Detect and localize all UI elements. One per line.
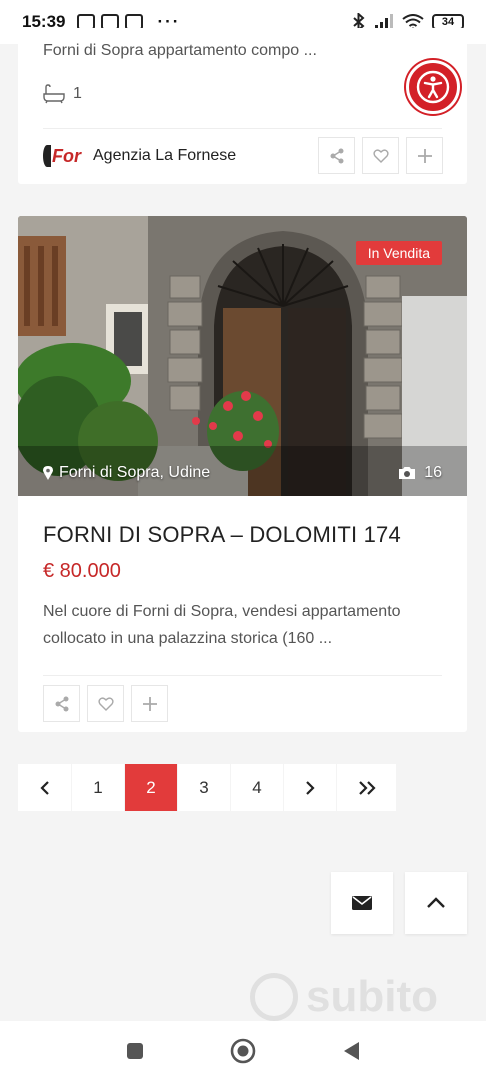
subito-watermark: subito [250,972,438,1022]
page-1-button[interactable]: 1 [72,764,124,811]
heart-icon [372,148,389,163]
listing-actions [43,685,168,722]
location-label: Forni di Sopra, Udine [59,464,211,481]
listing-card-previous[interactable]: Forni di Sopra appartamento compo ... 1 … [18,28,467,184]
next-page-button[interactable] [284,764,336,811]
pagination: 1 2 3 4 [18,764,396,811]
compare-button[interactable] [406,137,443,174]
share-icon [55,696,68,711]
bathrooms-count: 1 [43,84,82,104]
plus-icon [142,696,157,711]
camera-icon [399,467,416,479]
accessibility-icon [416,70,450,104]
subito-logo-icon [250,973,298,1021]
contact-email-button[interactable] [331,872,393,934]
listing-actions [318,137,443,174]
heart-icon [97,696,114,711]
chevron-up-icon [427,897,445,908]
listing-description: Forni di Sopra appartamento compo ... [43,42,317,59]
page-3-button[interactable]: 3 [178,764,230,811]
listing-price: € 80.000 [43,560,121,582]
agency-logo: For [43,142,81,170]
compare-button[interactable] [131,685,168,722]
plus-icon [417,148,432,163]
watermark-text: subito [306,972,438,1021]
listing-location: Forni di Sopra, Udine [43,464,210,482]
back-button[interactable] [342,1041,360,1061]
share-button[interactable] [43,685,80,722]
chevron-left-icon [39,780,49,795]
recent-apps-button[interactable] [126,1042,144,1060]
agency-logo-text: For [52,145,81,166]
listing-title[interactable]: FORNI DI SOPRA – DOLOMITI 174 [43,522,401,548]
favorite-button[interactable] [87,685,124,722]
agency-link[interactable]: For Agenzia La Fornese [43,142,236,170]
listing-photo[interactable]: In Vendita Forni di Sopra, Udine 16 [18,216,467,496]
page-2-button[interactable]: 2 [125,764,177,811]
prev-page-button[interactable] [18,764,71,811]
envelope-icon [352,896,372,910]
system-nav-bar [0,1021,486,1080]
share-icon [330,148,343,163]
map-pin-icon [43,466,53,480]
divider [43,128,442,129]
divider [43,675,442,676]
scroll-to-top-button[interactable] [405,872,467,934]
bathtub-icon [43,84,65,104]
last-page-button[interactable] [337,764,396,811]
double-chevron-right-icon [358,780,376,795]
page-4-button[interactable]: 4 [231,764,283,811]
listing-card[interactable]: In Vendita Forni di Sopra, Udine 16 FORN… [18,216,467,732]
share-button[interactable] [318,137,355,174]
bathrooms-value: 1 [73,85,82,102]
home-button[interactable] [230,1038,256,1064]
favorite-button[interactable] [362,137,399,174]
listing-description: Nel cuore di Forni di Sopra, vendesi app… [43,603,401,647]
photo-count[interactable]: 16 [398,464,442,482]
chevron-right-icon [306,780,315,795]
photo-count-value: 16 [424,464,442,481]
agency-name[interactable]: Agenzia La Fornese [93,147,236,165]
status-badge: In Vendita [355,241,442,265]
accessibility-button[interactable] [406,60,460,114]
